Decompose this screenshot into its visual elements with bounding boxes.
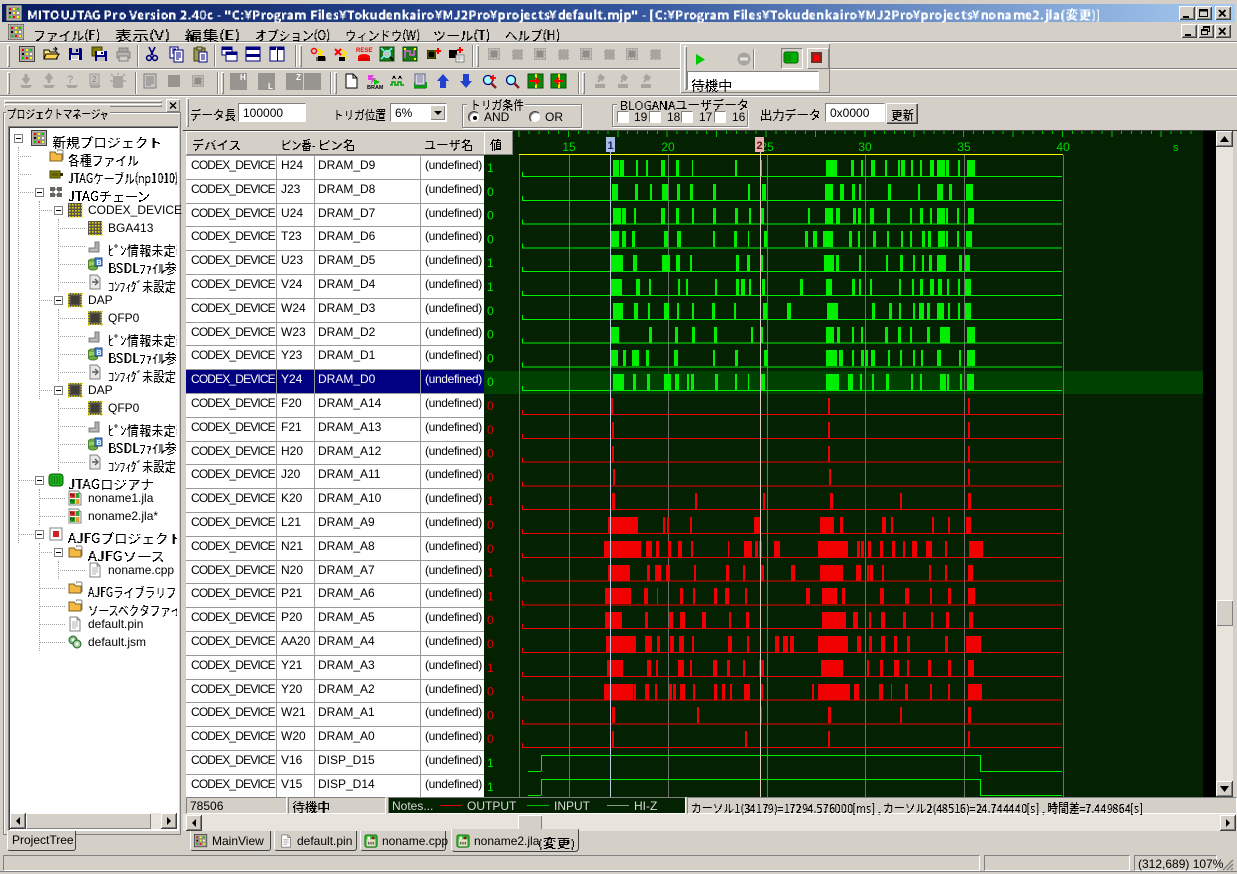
- svg-text:B: B: [97, 440, 102, 447]
- svg-text:35: 35: [957, 140, 971, 154]
- svg-text:?: ?: [67, 74, 74, 86]
- svg-text:0: 0: [487, 375, 494, 389]
- svg-text:0: 0: [487, 613, 494, 627]
- svg-text:1: 1: [487, 756, 494, 770]
- svg-text:B: B: [97, 260, 102, 267]
- svg-text:0: 0: [487, 637, 494, 651]
- svg-text:0: 0: [487, 470, 494, 484]
- svg-text:40: 40: [1056, 140, 1070, 154]
- svg-text:0: 0: [487, 423, 494, 437]
- svg-text:30: 30: [858, 140, 872, 154]
- svg-text:20: 20: [661, 140, 675, 154]
- svg-text:0: 0: [487, 304, 494, 318]
- svg-text:0: 0: [487, 399, 494, 413]
- svg-text:0: 0: [487, 518, 494, 532]
- svg-text:H: H: [240, 73, 246, 82]
- svg-text:1: 1: [607, 140, 613, 152]
- svg-text:0: 0: [487, 351, 494, 365]
- svg-text:1: 1: [487, 256, 494, 270]
- svg-text:2: 2: [92, 75, 97, 84]
- svg-text:0: 0: [487, 209, 494, 223]
- svg-text:B: B: [97, 350, 102, 357]
- svg-text:1: 1: [487, 494, 494, 508]
- svg-text:Z: Z: [296, 73, 301, 82]
- svg-text:0: 0: [487, 328, 494, 342]
- svg-text:0: 0: [487, 185, 494, 199]
- svg-text:s: s: [1173, 142, 1179, 154]
- svg-text:0: 0: [487, 232, 494, 246]
- svg-text:RESET: RESET: [356, 48, 373, 54]
- svg-text:0: 0: [487, 732, 494, 746]
- svg-text:0: 0: [487, 685, 494, 699]
- svg-text:1: 1: [487, 161, 494, 175]
- svg-text:1: 1: [487, 661, 494, 675]
- svg-text:L: L: [268, 82, 273, 91]
- svg-text:1: 1: [487, 280, 494, 294]
- svg-text:0: 0: [487, 447, 494, 461]
- svg-text:0: 0: [487, 708, 494, 722]
- svg-text:15: 15: [562, 140, 576, 154]
- svg-text:2: 2: [756, 140, 762, 152]
- svg-text:1: 1: [487, 566, 494, 580]
- svg-text:BRAM: BRAM: [367, 85, 383, 90]
- svg-text:1: 1: [487, 589, 494, 603]
- svg-text:1: 1: [487, 780, 494, 794]
- svg-text:0: 0: [487, 542, 494, 556]
